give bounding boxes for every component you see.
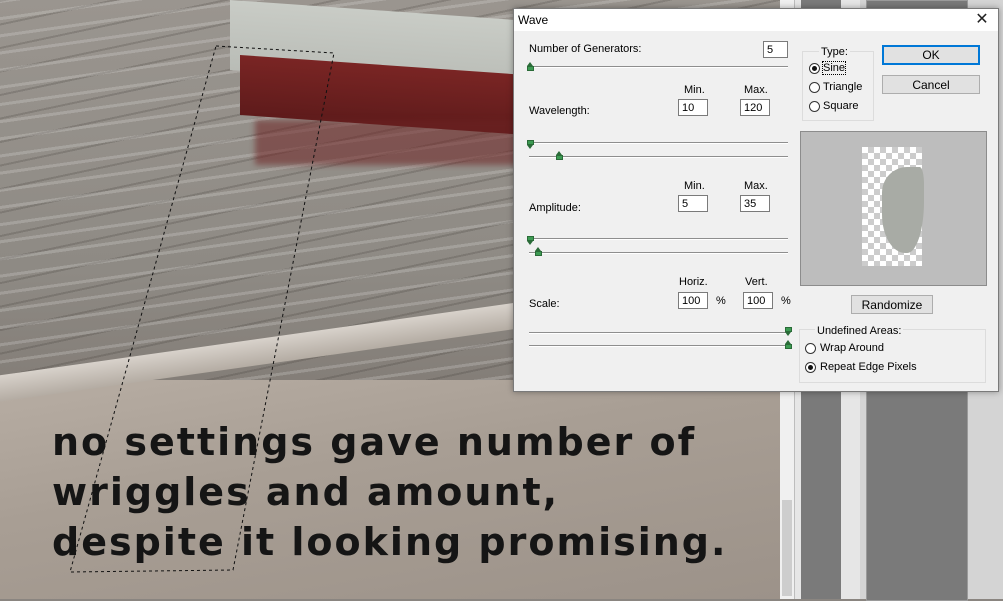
- type-square-radio[interactable]: [809, 101, 820, 112]
- wave-dialog: Wave ✕ Number of Generators: Min. Max. W…: [513, 8, 999, 392]
- type-triangle-label[interactable]: Triangle: [823, 81, 862, 93]
- generators-input[interactable]: [763, 41, 788, 58]
- amplitude-min-label: Min.: [684, 180, 705, 192]
- scale-horiz-label: Horiz.: [679, 276, 708, 288]
- amplitude-max-label: Max.: [744, 180, 768, 192]
- scale-horiz-slider-track[interactable]: [529, 332, 788, 334]
- type-square-label[interactable]: Square: [823, 100, 858, 112]
- generators-slider-thumb[interactable]: [527, 62, 534, 71]
- caption-line: no settings gave number of: [52, 420, 697, 464]
- scale-horiz-unit: %: [716, 295, 726, 307]
- wavelength-max-input[interactable]: [740, 99, 770, 116]
- dialog-titlebar[interactable]: Wave ✕: [514, 9, 998, 31]
- scrollbar-thumb[interactable]: [782, 500, 792, 596]
- scale-vert-label: Vert.: [745, 276, 768, 288]
- amplitude-max-slider-thumb[interactable]: [535, 247, 542, 256]
- undefined-areas-label: Undefined Areas:: [815, 325, 904, 337]
- close-icon[interactable]: ✕: [966, 9, 998, 31]
- scale-vert-slider-thumb[interactable]: [785, 340, 792, 349]
- repeat-edge-pixels-radio[interactable]: [805, 362, 816, 373]
- wavelength-min-label: Min.: [684, 84, 705, 96]
- caption-line: wriggles and amount,: [52, 470, 560, 514]
- scale-horiz-slider-thumb[interactable]: [785, 327, 792, 336]
- scale-vert-unit: %: [781, 295, 791, 307]
- preview-pane: [800, 131, 987, 286]
- scale-vert-slider-track[interactable]: [529, 345, 788, 347]
- amplitude-max-input[interactable]: [740, 195, 770, 212]
- scale-vert-input[interactable]: [743, 292, 773, 309]
- type-group-label: Type:: [819, 46, 850, 58]
- wavelength-min-input[interactable]: [678, 99, 708, 116]
- ok-button[interactable]: OK: [882, 45, 980, 65]
- generators-slider-track[interactable]: [529, 66, 788, 68]
- amplitude-min-slider-thumb[interactable]: [527, 236, 534, 245]
- cancel-button[interactable]: Cancel: [882, 75, 980, 94]
- scale-horiz-input[interactable]: [678, 292, 708, 309]
- randomize-button[interactable]: Randomize: [851, 295, 933, 314]
- wavelength-max-slider-track[interactable]: [529, 156, 788, 158]
- amplitude-max-slider-track[interactable]: [529, 252, 788, 254]
- wavelength-min-slider-track[interactable]: [529, 142, 788, 144]
- wavelength-max-label: Max.: [744, 84, 768, 96]
- amplitude-min-slider-track[interactable]: [529, 238, 788, 240]
- amplitude-min-input[interactable]: [678, 195, 708, 212]
- wavelength-max-slider-thumb[interactable]: [556, 151, 563, 160]
- preview-image: [882, 167, 924, 253]
- repeat-edge-pixels-label[interactable]: Repeat Edge Pixels: [820, 361, 917, 373]
- amplitude-label: Amplitude:: [529, 202, 581, 214]
- undefined-areas-group: [799, 329, 986, 383]
- wavelength-label: Wavelength:: [529, 105, 590, 117]
- caption-line: despite it looking promising.: [52, 520, 728, 564]
- preview-transparency-grid: [862, 147, 924, 266]
- wavelength-min-slider-thumb[interactable]: [527, 140, 534, 149]
- type-sine-label[interactable]: Sine: [821, 61, 847, 75]
- dialog-title: Wave: [518, 13, 549, 27]
- generators-label: Number of Generators:: [529, 43, 642, 55]
- type-sine-radio[interactable]: [809, 63, 820, 74]
- wrap-around-label[interactable]: Wrap Around: [820, 342, 884, 354]
- wrap-around-radio[interactable]: [805, 343, 816, 354]
- type-triangle-radio[interactable]: [809, 82, 820, 93]
- caption-text: no settings gave number of wriggles and …: [52, 417, 727, 567]
- scale-label: Scale:: [529, 298, 560, 310]
